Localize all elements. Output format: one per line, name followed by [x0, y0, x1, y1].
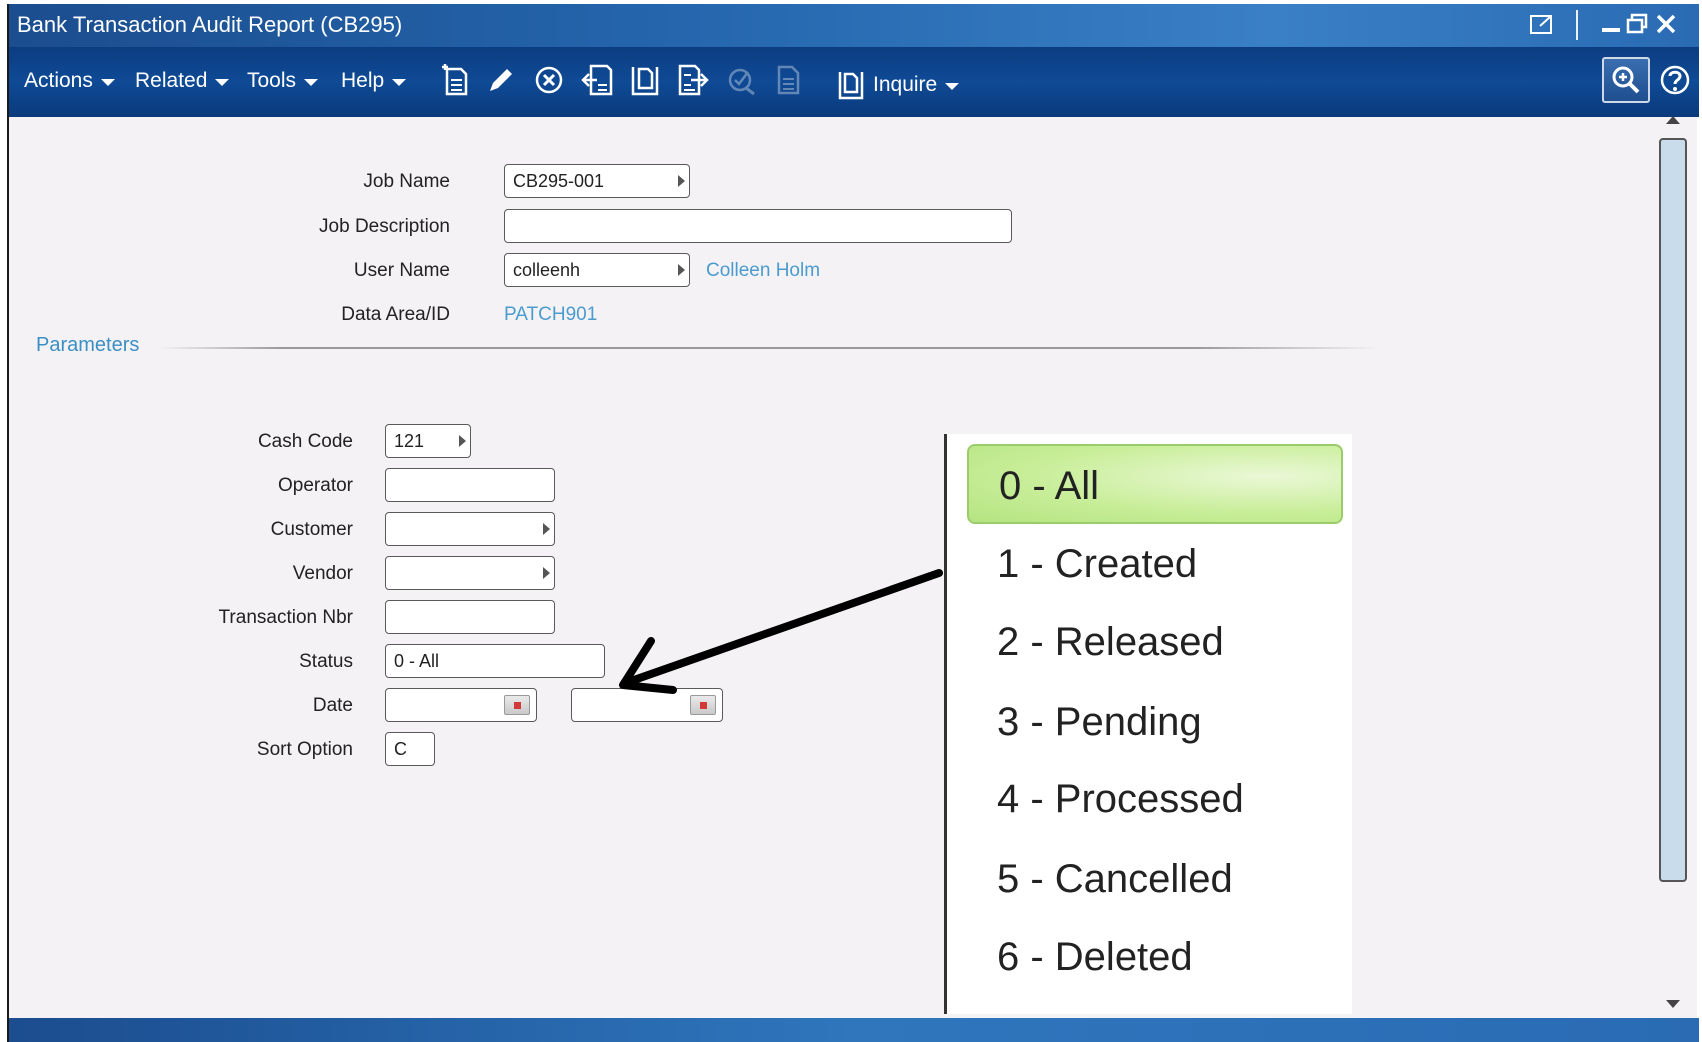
inquire-icon — [837, 69, 865, 101]
pencil-icon[interactable] — [483, 61, 519, 99]
import-document-icon[interactable] — [579, 61, 615, 99]
scrollbar-thumb[interactable] — [1659, 138, 1687, 882]
date-from-field[interactable] — [385, 688, 537, 722]
copy-document-icon[interactable] — [627, 61, 663, 99]
status-option[interactable]: 2 - Released — [967, 602, 1343, 682]
status-option[interactable]: 1 - Created — [967, 524, 1343, 604]
cash-code-label: Cash Code — [257, 431, 353, 452]
status-label: Status — [299, 651, 353, 672]
close-icon[interactable] — [1652, 10, 1680, 38]
scroll-down-icon[interactable] — [1666, 1000, 1680, 1008]
vendor-label: Vendor — [292, 563, 353, 584]
job-name-value: CB295-001 — [513, 171, 605, 191]
menu-help[interactable]: Help — [341, 69, 407, 93]
menu-actions[interactable]: Actions — [24, 69, 115, 93]
status-option[interactable]: 6 - Deleted — [967, 917, 1343, 997]
sort-option-field[interactable]: C — [385, 732, 435, 766]
chevron-down-icon — [215, 79, 230, 86]
user-full-name-link[interactable]: Colleen Holm — [706, 260, 820, 282]
toolbar: Actions Related Tools Help Inquire — [9, 47, 1699, 117]
search-icon — [1612, 66, 1640, 94]
sort-option-label: Sort Option — [256, 739, 353, 760]
status-select[interactable]: 0 - All — [385, 644, 605, 678]
data-area-link[interactable]: PATCH901 — [504, 304, 597, 326]
parameters-section-title: Parameters — [36, 334, 140, 356]
calendar-icon[interactable] — [504, 695, 530, 715]
select-arrow-icon — [678, 264, 685, 276]
window-title: Bank Transaction Audit Report (CB295) — [17, 12, 403, 37]
app-root: Bank Transaction Audit Report (CB295) Ac… — [0, 0, 1702, 1042]
sort-option-value: C — [394, 739, 407, 759]
job-name-field[interactable]: CB295-001 — [504, 164, 690, 198]
title-separator — [1576, 10, 1578, 40]
status-option[interactable]: 0 - All — [967, 444, 1343, 524]
status-bar — [9, 1018, 1699, 1042]
menu-related[interactable]: Related — [135, 69, 230, 93]
transaction-nbr-field[interactable] — [385, 600, 555, 634]
title-bar: Bank Transaction Audit Report (CB295) — [9, 4, 1699, 47]
status-option[interactable]: 4 - Processed — [967, 759, 1343, 839]
user-name-field[interactable]: colleenh — [504, 253, 690, 287]
job-name-label: Job Name — [363, 171, 450, 192]
customer-field[interactable] — [385, 512, 555, 546]
operator-label: Operator — [278, 475, 353, 496]
popout-icon[interactable] — [1529, 10, 1557, 38]
select-arrow-icon — [678, 175, 685, 187]
menu-inquire[interactable]: Inquire — [837, 69, 960, 101]
status-value: 0 - All — [394, 651, 440, 671]
status-option[interactable]: 3 - Pending — [967, 682, 1343, 762]
date-label: Date — [312, 695, 353, 716]
select-arrow-icon — [543, 567, 550, 579]
transaction-nbr-label: Transaction Nbr — [218, 607, 353, 628]
menu-help-label: Help — [341, 69, 385, 92]
cash-code-value: 121 — [394, 431, 425, 451]
user-name-value: colleenh — [513, 260, 581, 280]
callout-arrow — [619, 569, 943, 694]
section-divider — [159, 347, 1379, 349]
scroll-up-icon[interactable] — [1666, 116, 1680, 124]
chevron-down-icon — [392, 79, 407, 86]
audit-icon[interactable] — [723, 61, 759, 99]
user-name-label: User Name — [353, 260, 450, 281]
menu-tools[interactable]: Tools — [247, 69, 319, 93]
chevron-down-icon — [945, 83, 960, 90]
help-icon[interactable] — [1657, 61, 1693, 99]
export-document-icon[interactable] — [675, 61, 711, 99]
menu-related-label: Related — [135, 69, 208, 92]
document-icon[interactable] — [771, 61, 807, 99]
chevron-down-icon — [304, 79, 319, 86]
maximize-icon[interactable] — [1623, 10, 1651, 38]
application-window: Bank Transaction Audit Report (CB295) Ac… — [7, 4, 1699, 1042]
job-description-field[interactable] — [504, 209, 1012, 243]
cash-code-field[interactable]: 121 — [385, 424, 471, 458]
chevron-down-icon — [100, 79, 115, 86]
search-button[interactable] — [1602, 57, 1650, 103]
menu-inquire-label: Inquire — [873, 73, 938, 96]
select-arrow-icon — [543, 523, 550, 535]
job-description-label: Job Description — [319, 216, 450, 237]
data-area-label: Data Area/ID — [341, 304, 450, 325]
vendor-field[interactable] — [385, 556, 555, 590]
status-dropdown-list: 0 - All 1 - Created 2 - Released 3 - Pendin… — [944, 434, 1352, 1014]
new-document-icon[interactable] — [436, 61, 472, 99]
cancel-circle-icon[interactable] — [531, 61, 567, 99]
menu-actions-label: Actions — [24, 69, 93, 92]
status-option[interactable]: 5 - Cancelled — [967, 839, 1343, 919]
operator-field[interactable] — [385, 468, 555, 502]
vertical-scrollbar[interactable] — [1654, 112, 1690, 1012]
select-arrow-icon — [459, 435, 466, 447]
customer-label: Customer — [270, 519, 353, 540]
minimize-icon[interactable] — [1597, 10, 1625, 38]
menu-tools-label: Tools — [247, 69, 297, 92]
